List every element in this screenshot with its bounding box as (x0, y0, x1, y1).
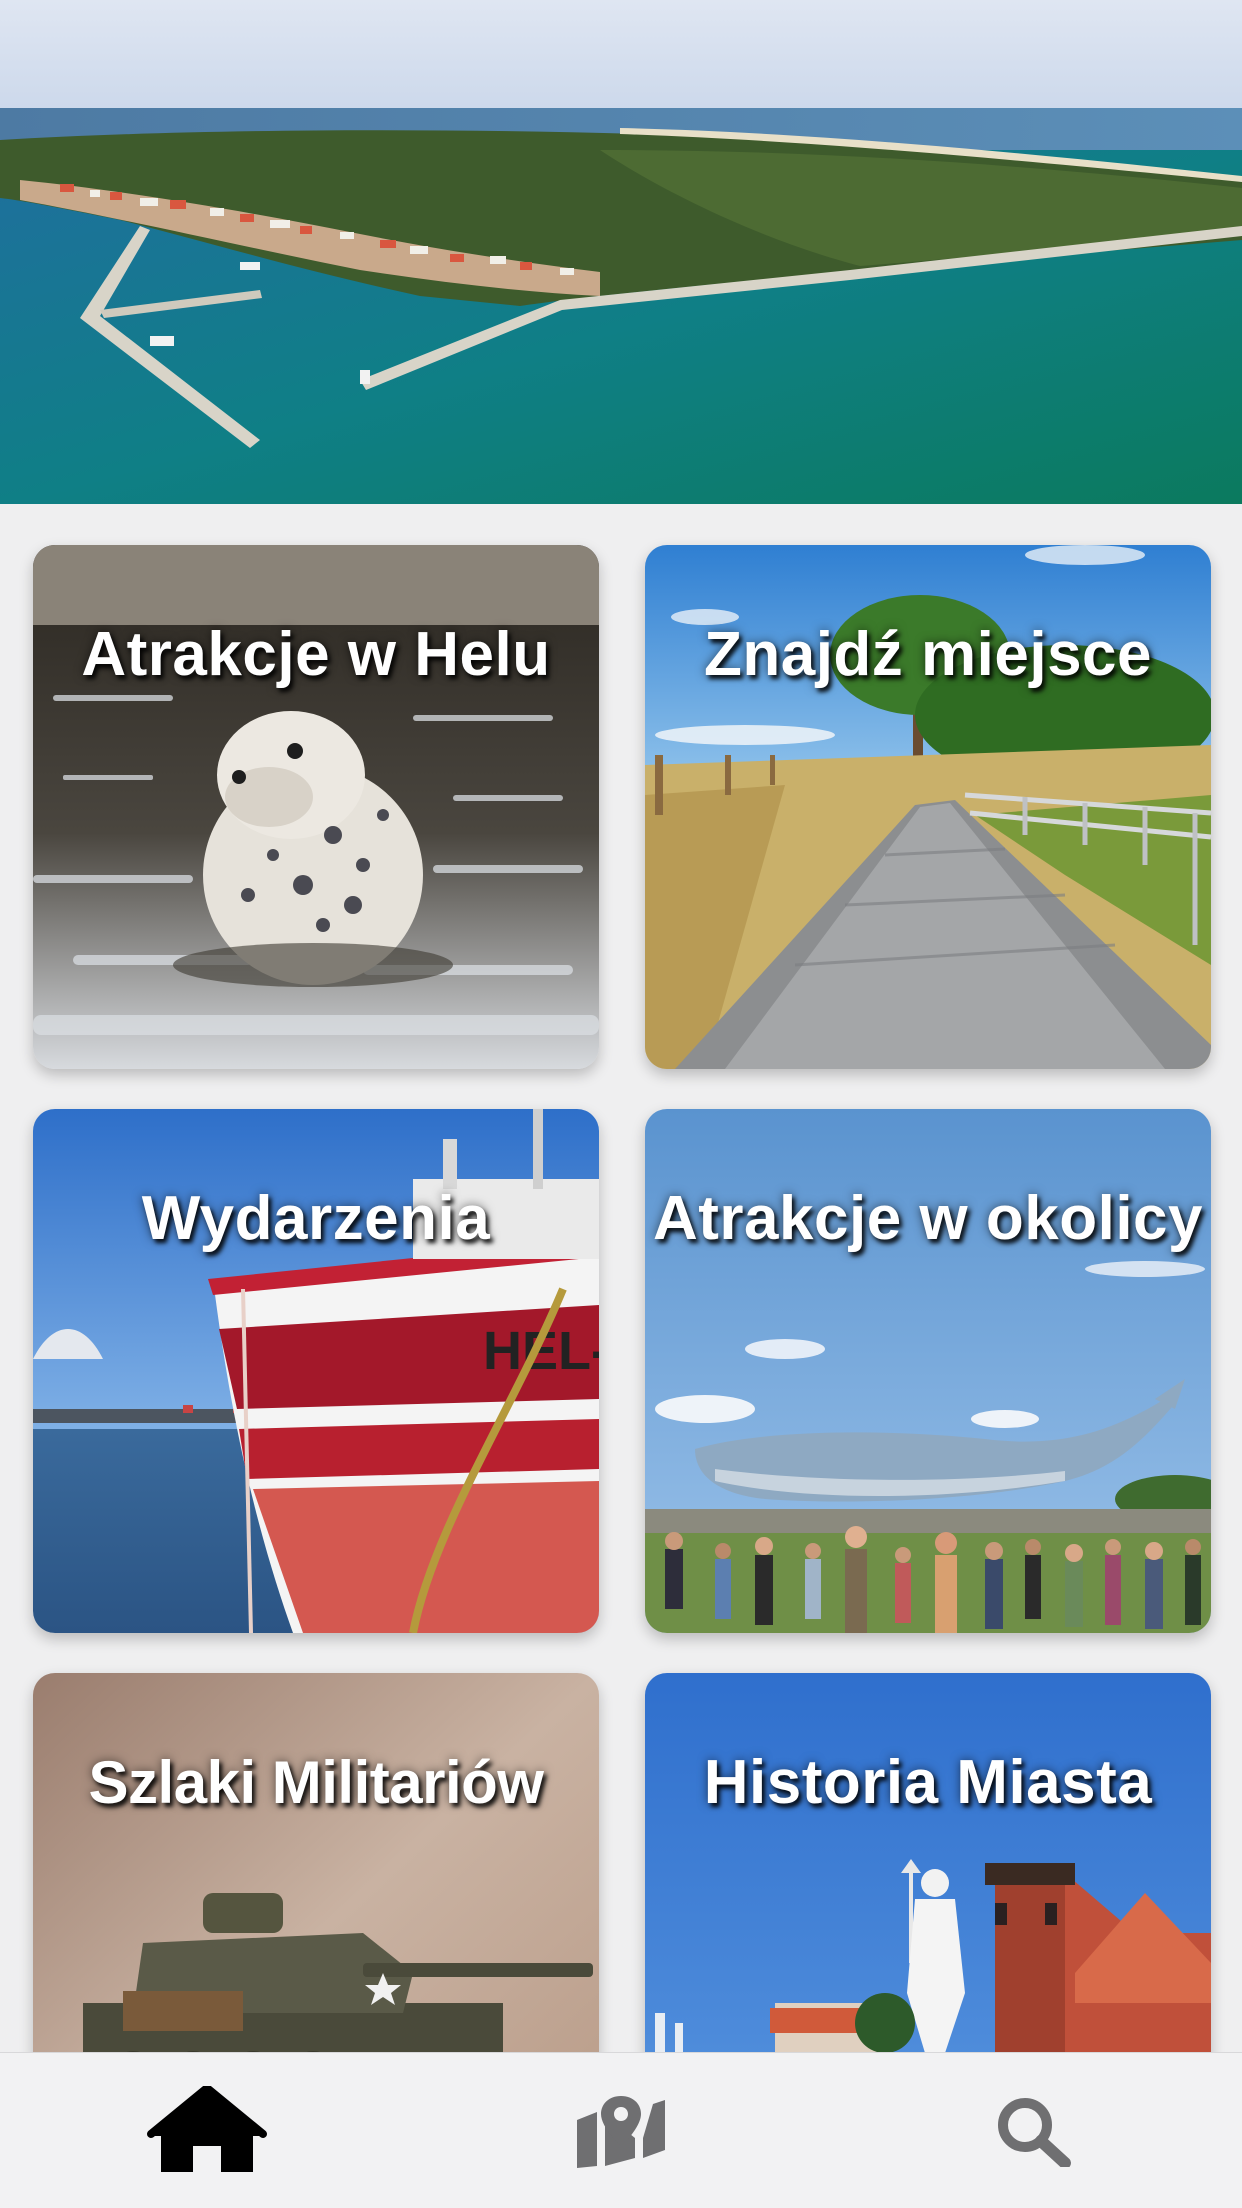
nav-map[interactable] (414, 2053, 828, 2208)
nav-home[interactable] (0, 2053, 414, 2208)
hero-image (0, 0, 1242, 504)
bottom-navigation (0, 2052, 1242, 2208)
tile-label: Atrakcje w okolicy (652, 1184, 1204, 1253)
tile-events[interactable]: HEL- Wydarzenia (33, 1109, 599, 1633)
tile-label: Atrakcje w Helu (81, 620, 551, 689)
hero-banner (0, 0, 1242, 504)
search-icon (998, 2097, 1071, 2167)
tile-label: Znajdź miejsce (703, 620, 1153, 689)
tile-find-place[interactable]: Znajdź miejsce (645, 545, 1211, 1069)
nav-search[interactable] (828, 2053, 1242, 2208)
tile-label: Wydarzenia (141, 1184, 491, 1253)
tile-label: Historia Miasta (703, 1748, 1153, 1817)
tile-label: Szlaki Militariów (88, 1749, 544, 1816)
tile-nearby-attractions[interactable]: Atrakcje w okolicy (645, 1109, 1211, 1633)
tile-attractions-hel[interactable]: Atrakcje w Helu (33, 545, 599, 1069)
home-icon (147, 2085, 267, 2172)
app-screen: Atrakcje w Helu Znajdź miejsce HEL- Wyda… (0, 0, 1242, 2208)
map-icon (577, 2095, 665, 2168)
